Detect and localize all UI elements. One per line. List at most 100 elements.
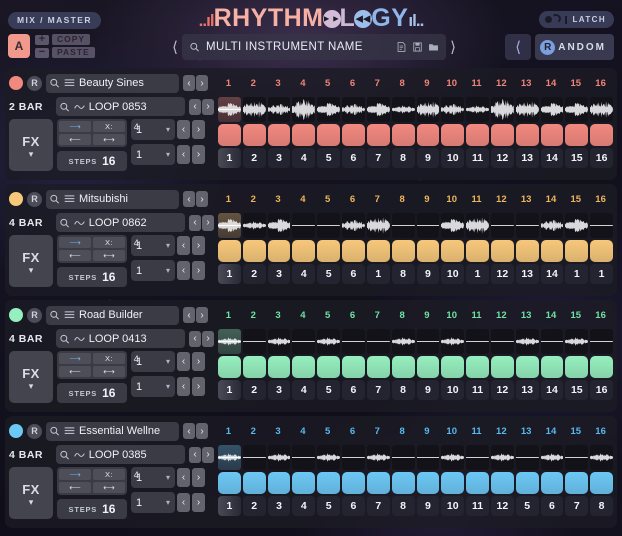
pad-6[interactable]: [342, 472, 365, 494]
step-number-bottom-12[interactable]: 12: [490, 148, 514, 168]
track-r-button[interactable]: R: [27, 75, 42, 91]
waveform-cell-2[interactable]: [242, 213, 266, 238]
step-number-bottom-16[interactable]: 16: [590, 380, 613, 400]
step-number-bottom-1[interactable]: 1: [218, 496, 241, 516]
waveform-cell-7[interactable]: [366, 97, 390, 122]
variation-bottom-next-button[interactable]: ›: [192, 261, 205, 280]
variation-top-prev-button[interactable]: ‹: [177, 352, 190, 371]
instrument-next-button[interactable]: ›: [196, 191, 208, 207]
waveform-cell-16[interactable]: [590, 329, 613, 354]
pad-13[interactable]: [515, 356, 539, 378]
waveform-cell-1[interactable]: [218, 213, 241, 238]
pad-7[interactable]: [366, 124, 390, 146]
pad-14[interactable]: [540, 240, 564, 262]
pad-4[interactable]: [292, 356, 316, 378]
pad-14[interactable]: [540, 124, 564, 146]
step-number-bottom-6[interactable]: 6: [342, 496, 365, 516]
arrow-left-icon[interactable]: ⟵: [59, 250, 91, 261]
arrow-both-icon[interactable]: ⟷: [93, 250, 125, 261]
arrow-right-icon[interactable]: ⟶: [59, 469, 91, 480]
waveform-cell-7[interactable]: [366, 445, 390, 470]
instrument-prev-button[interactable]: ‹: [183, 307, 195, 323]
pad-16[interactable]: [590, 240, 613, 262]
step-number-bottom-10[interactable]: 10: [441, 380, 465, 400]
waveform-cell-16[interactable]: [590, 445, 613, 470]
pad-9[interactable]: [416, 472, 440, 494]
pad-7[interactable]: [366, 240, 390, 262]
pad-5[interactable]: [317, 124, 341, 146]
pad-15[interactable]: [565, 240, 589, 262]
pad-6[interactable]: [342, 240, 365, 262]
waveform-cell-1[interactable]: [218, 445, 241, 470]
repeat-x-label[interactable]: X: 4: [93, 469, 139, 480]
step-number-bottom-6[interactable]: 6: [342, 148, 365, 168]
repeat-x-value[interactable]: 4: [127, 469, 146, 480]
waveform-cell-4[interactable]: [292, 445, 316, 470]
step-number-bottom-8[interactable]: 8: [391, 264, 415, 284]
loop-name-field[interactable]: LOOP 0413: [55, 329, 185, 348]
pad-11[interactable]: [466, 472, 489, 494]
save-disk-icon[interactable]: [412, 41, 423, 53]
step-number-bottom-5[interactable]: 5: [317, 148, 341, 168]
pad-8[interactable]: [391, 472, 415, 494]
loop-name-field[interactable]: LOOP 0862: [55, 213, 185, 232]
waveform-cell-16[interactable]: [590, 97, 613, 122]
instrument-name-field[interactable]: Essential Wellne: [46, 421, 179, 441]
random-prev-button[interactable]: ⟨: [505, 34, 532, 60]
variation-dropdown-bottom[interactable]: 1 ▾: [131, 260, 175, 281]
fx-button[interactable]: FX ▾: [9, 119, 53, 171]
pad-9[interactable]: [416, 240, 440, 262]
step-number-bottom-4[interactable]: 4: [292, 496, 316, 516]
waveform-cell-15[interactable]: [565, 445, 589, 470]
open-folder-icon[interactable]: [428, 41, 439, 53]
step-number-bottom-15[interactable]: 1: [565, 264, 589, 284]
pad-12[interactable]: [490, 356, 514, 378]
waveform-cell-2[interactable]: [242, 97, 266, 122]
fx-button[interactable]: FX ▾: [9, 235, 53, 287]
record-dot-icon[interactable]: [9, 308, 23, 322]
step-number-bottom-2[interactable]: 2: [242, 496, 266, 516]
variation-top-next-button[interactable]: ›: [192, 236, 205, 255]
step-number-bottom-4[interactable]: 4: [292, 148, 316, 168]
loop-next-button[interactable]: ›: [202, 98, 214, 115]
pad-16[interactable]: [590, 356, 613, 378]
waveform-cell-12[interactable]: [490, 213, 514, 238]
track-r-button[interactable]: R: [27, 423, 42, 439]
variation-bottom-next-button[interactable]: ›: [192, 145, 205, 164]
waveform-cell-14[interactable]: [540, 329, 564, 354]
pad-2[interactable]: [242, 240, 266, 262]
waveform-cell-10[interactable]: [441, 329, 465, 354]
step-number-bottom-1[interactable]: 1: [218, 264, 241, 284]
instrument-next-button[interactable]: ›: [196, 75, 208, 91]
waveform-cell-15[interactable]: [565, 329, 589, 354]
step-number-bottom-10[interactable]: 10: [441, 264, 465, 284]
waveform-cell-5[interactable]: [317, 329, 341, 354]
variation-dropdown-bottom[interactable]: 1 ▾: [131, 492, 175, 513]
waveform-cell-13[interactable]: [515, 445, 539, 470]
steps-display[interactable]: STEPS 16: [57, 383, 127, 403]
pad-9[interactable]: [416, 356, 440, 378]
waveform-cell-10[interactable]: [441, 213, 465, 238]
pad-1[interactable]: [218, 356, 241, 378]
arrow-right-icon[interactable]: ⟶: [59, 121, 91, 132]
step-number-bottom-3[interactable]: 3: [267, 380, 291, 400]
waveform-cell-1[interactable]: [218, 97, 241, 122]
waveform-cell-1[interactable]: [218, 329, 241, 354]
pad-1[interactable]: [218, 240, 241, 262]
latch-toggle[interactable]: LATCH: [539, 11, 614, 28]
instrument-next-button[interactable]: ›: [196, 423, 208, 439]
pad-11[interactable]: [466, 124, 489, 146]
waveform-cell-5[interactable]: [317, 445, 341, 470]
instrument-name-field[interactable]: Mitsubishi: [46, 189, 179, 209]
pad-10[interactable]: [441, 240, 465, 262]
arrow-left-icon[interactable]: ⟵: [59, 366, 91, 377]
waveform-cell-6[interactable]: [342, 97, 365, 122]
loop-prev-button[interactable]: ‹: [189, 446, 201, 463]
step-number-bottom-4[interactable]: 4: [292, 264, 316, 284]
step-number-bottom-11[interactable]: 1: [466, 264, 489, 284]
waveform-cell-4[interactable]: [292, 213, 316, 238]
pad-3[interactable]: [267, 240, 291, 262]
instrument-name-field[interactable]: Beauty Sines: [46, 73, 179, 93]
waveform-cell-9[interactable]: [416, 213, 440, 238]
step-number-bottom-13[interactable]: 13: [515, 264, 539, 284]
